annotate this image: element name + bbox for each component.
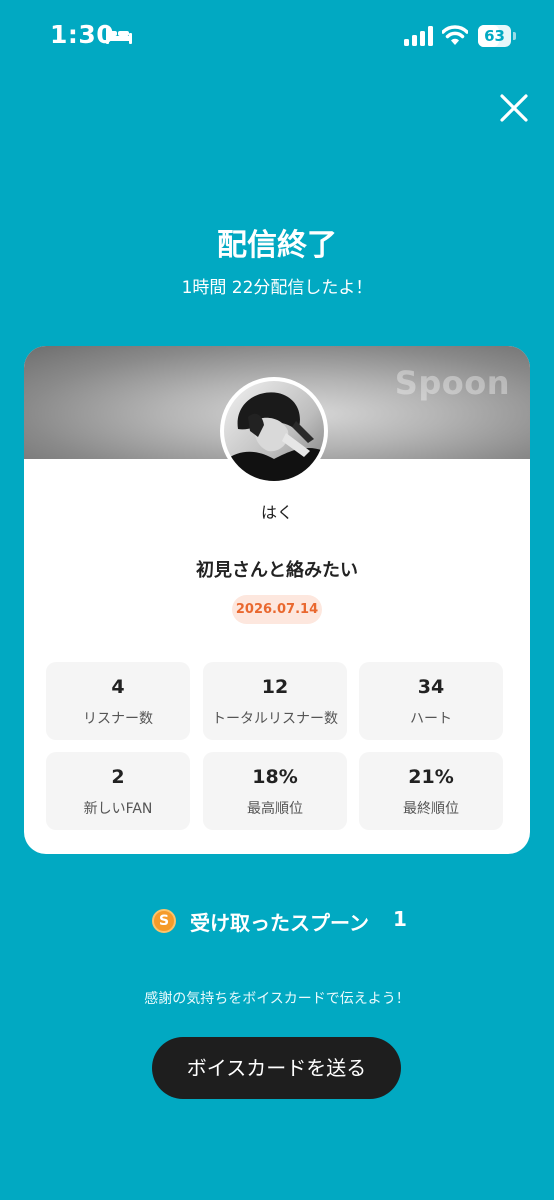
- live-title: 初見さんと絡みたい: [196, 560, 358, 581]
- spoon-coin-icon: S: [152, 909, 176, 933]
- stat-value: 12: [261, 676, 289, 698]
- stat-label: 最高順位: [247, 801, 303, 817]
- page-title: 配信終了: [217, 228, 337, 263]
- battery-level: 63: [484, 27, 505, 45]
- stat-final-rank: 21% 最終順位: [359, 752, 503, 830]
- spoon-count: 1: [393, 907, 407, 931]
- broadcast-summary-card: Spoon はく 初見さんと絡みたい 2026.07.14 4 リスナー数 12…: [24, 346, 530, 854]
- username: はく: [260, 503, 293, 522]
- stat-value: 34: [417, 676, 445, 698]
- stat-label: 新しいFAN: [83, 801, 153, 817]
- close-icon: [500, 94, 528, 122]
- broadcast-duration: 1時間 22分配信したよ！: [181, 278, 373, 298]
- date-badge: 2026.07.14: [232, 595, 322, 624]
- stat-value: 2: [111, 766, 125, 788]
- received-spoons: S 受け取ったスプーン 1: [0, 904, 554, 938]
- stat-label: リスナー数: [83, 711, 153, 727]
- voice-card-prompt: 感謝の気持ちをボイスカードで伝えよう！: [144, 991, 410, 1007]
- stat-value: 18%: [252, 766, 298, 788]
- stat-label: トータルリスナー数: [212, 711, 338, 727]
- stat-value: 21%: [408, 766, 454, 788]
- stat-total-listeners: 12 トータルリスナー数: [203, 662, 347, 740]
- spoon-label: 受け取ったスプーン: [190, 911, 369, 935]
- wifi-icon: [441, 24, 469, 50]
- avatar: [220, 377, 328, 485]
- send-voice-card-button[interactable]: ボイスカードを送る: [152, 1037, 401, 1099]
- stat-label: ハート: [410, 711, 452, 727]
- stat-hearts: 34 ハート: [359, 662, 503, 740]
- stat-value: 4: [111, 676, 125, 698]
- stat-new-fans: 2 新しいFAN: [46, 752, 190, 830]
- brand-logo: Spoon: [394, 364, 510, 402]
- cellular-signal-icon: [404, 26, 434, 50]
- bed-icon: [105, 27, 133, 49]
- stat-label: 最終順位: [403, 801, 459, 817]
- stat-highest-rank: 18% 最高順位: [203, 752, 347, 830]
- stat-listeners: 4 リスナー数: [46, 662, 190, 740]
- close-button[interactable]: [494, 88, 534, 128]
- status-bar: 1:30 63: [0, 0, 554, 72]
- battery-icon: 63: [478, 25, 516, 47]
